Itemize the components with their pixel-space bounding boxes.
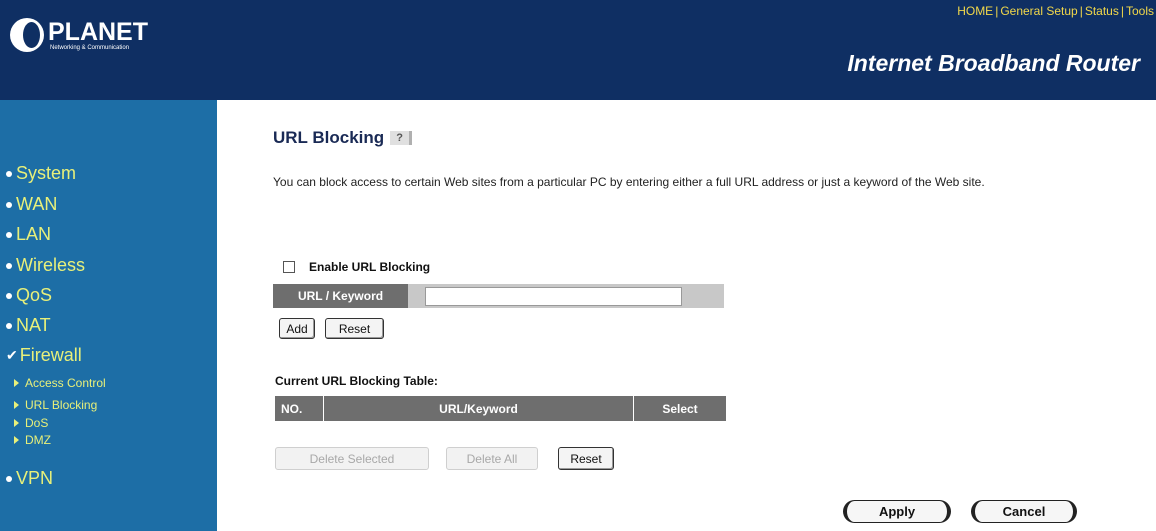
- enable-url-blocking-checkbox[interactable]: [283, 261, 295, 273]
- bullet-icon: [6, 322, 12, 329]
- nav-general-setup-link[interactable]: General Setup: [1000, 4, 1077, 18]
- triangle-right-icon: [14, 419, 19, 427]
- sidebar-item-system[interactable]: System: [6, 163, 76, 184]
- reset-button[interactable]: Reset: [325, 318, 384, 339]
- sidebar-item-label: System: [16, 163, 77, 183]
- triangle-right-icon: [14, 379, 19, 387]
- logo-name: PLANET: [48, 17, 148, 46]
- delete-selected-button[interactable]: Delete Selected: [275, 447, 429, 470]
- enable-url-blocking-row: Enable URL Blocking: [283, 260, 430, 274]
- bullet-icon: [6, 475, 12, 482]
- bullet-icon: [6, 170, 12, 177]
- logo-text: PLANET Networking & Communication: [48, 19, 148, 52]
- table-reset-button[interactable]: Reset: [558, 447, 614, 470]
- product-title: Internet Broadband Router: [847, 50, 1140, 76]
- triangle-right-icon: [14, 401, 19, 409]
- cancel-button[interactable]: Cancel: [971, 500, 1077, 523]
- bullet-icon: [6, 292, 12, 299]
- nav-tools-link[interactable]: Tools: [1126, 4, 1154, 18]
- sidebar-subitem-access-control[interactable]: Access Control: [14, 376, 106, 390]
- enable-url-blocking-label: Enable URL Blocking: [309, 260, 431, 274]
- sidebar-item-wan[interactable]: WAN: [6, 194, 57, 215]
- planet-logo[interactable]: PLANET Networking & Communication: [10, 18, 148, 52]
- table-title: Current URL Blocking Table:: [275, 374, 438, 388]
- sidebar-item-label: VPN: [16, 468, 54, 488]
- url-blocking-table: NO. URL/Keyword Select: [275, 396, 726, 421]
- sidebar-subitem-url-blocking[interactable]: URL Blocking: [14, 398, 97, 412]
- delete-all-button[interactable]: Delete All: [446, 447, 538, 470]
- sidebar-item-label: NAT: [16, 315, 51, 335]
- apply-button[interactable]: Apply: [843, 500, 951, 523]
- sidebar-item-label: Wireless: [16, 255, 86, 275]
- nav-home-link[interactable]: HOME: [957, 4, 993, 18]
- sidebar-subitem-label: DMZ: [25, 433, 51, 447]
- sidebar-item-firewall[interactable]: ✔ Firewall: [6, 345, 82, 366]
- sidebar-item-wireless[interactable]: Wireless: [6, 255, 85, 276]
- sidebar-subitem-label: URL Blocking: [25, 398, 98, 412]
- sidebar-item-lan[interactable]: LAN: [6, 224, 51, 245]
- sidebar-item-vpn[interactable]: VPN: [6, 468, 53, 489]
- bullet-icon: [6, 231, 12, 238]
- url-keyword-row: URL / Keyword: [273, 284, 724, 308]
- page-title: URL Blocking ?: [273, 128, 413, 148]
- sidebar-subitem-dos[interactable]: DoS: [14, 416, 48, 430]
- sidebar-item-label: QoS: [16, 285, 53, 305]
- add-button[interactable]: Add: [279, 318, 315, 339]
- sidebar-subitem-label: DoS: [25, 416, 49, 430]
- logo-tagline: Networking & Communication: [50, 44, 130, 51]
- page-title-text: URL Blocking: [273, 128, 385, 147]
- planet-logo-icon: [10, 18, 44, 52]
- help-icon[interactable]: ?: [390, 131, 413, 145]
- sidebar-subitem-dmz[interactable]: DMZ: [14, 433, 51, 447]
- bullet-icon: [6, 201, 12, 208]
- nav-separator: |: [1120, 4, 1124, 18]
- checkmark-icon: ✔: [6, 347, 18, 363]
- nav-status-link[interactable]: Status: [1085, 4, 1119, 18]
- page-description: You can block access to certain Web site…: [273, 175, 985, 189]
- url-keyword-input[interactable]: [425, 287, 682, 306]
- url-keyword-label: URL / Keyword: [273, 284, 408, 308]
- column-header-select: Select: [634, 396, 726, 421]
- header: PLANET Networking & Communication HOME | G…: [0, 0, 1156, 100]
- sidebar-item-label: Firewall: [19, 345, 82, 365]
- sidebar: System WAN LAN Wireless QoS NAT ✔ Firewa…: [0, 100, 217, 531]
- column-header-no: NO.: [275, 396, 324, 421]
- column-header-url-keyword: URL/Keyword: [324, 396, 634, 421]
- top-navigation: HOME | General Setup | Status | Tools: [957, 4, 1154, 18]
- triangle-right-icon: [14, 436, 19, 444]
- sidebar-item-label: WAN: [16, 194, 58, 214]
- nav-separator: |: [1079, 4, 1083, 18]
- sidebar-subitem-label: Access Control: [25, 376, 106, 390]
- bullet-icon: [6, 262, 12, 269]
- sidebar-item-qos[interactable]: QoS: [6, 285, 52, 306]
- sidebar-item-nat[interactable]: NAT: [6, 315, 51, 336]
- main-content: URL Blocking ? You can block access to c…: [217, 100, 1156, 531]
- sidebar-item-label: LAN: [16, 224, 52, 244]
